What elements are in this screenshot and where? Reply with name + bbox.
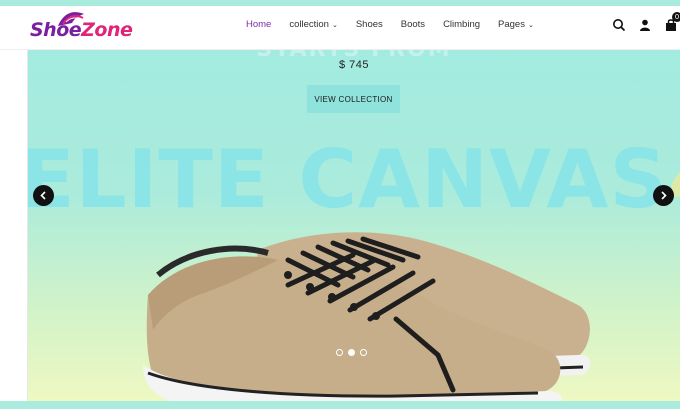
nav-pages[interactable]: Pages ⌄ <box>498 19 534 30</box>
chevron-down-icon: ⌄ <box>527 21 534 29</box>
search-icon[interactable] <box>612 18 626 32</box>
nav-home-label: Home <box>246 19 272 30</box>
nav-climbing[interactable]: Climbing <box>443 19 480 30</box>
slider-dots <box>336 349 367 356</box>
nav-shoes-label: Shoes <box>355 19 383 30</box>
nav-boots[interactable]: Boots <box>401 19 425 30</box>
nav-climbing-label: Climbing <box>443 19 481 30</box>
nav-boots-label: Boots <box>400 19 426 30</box>
slider-dot-3[interactable] <box>360 349 367 356</box>
user-icon[interactable] <box>638 18 652 32</box>
hero-title-main: ELITE CANVAS <box>28 133 669 226</box>
slider-next-button[interactable] <box>653 185 674 206</box>
canvas-sneaker-image <box>143 232 591 401</box>
cart-icon[interactable]: 0 <box>664 12 680 32</box>
chevron-right-icon <box>661 191 667 200</box>
brand-part2: Zone <box>81 19 133 41</box>
hero-price: $ 745 <box>338 59 370 71</box>
chevron-left-icon <box>40 191 46 200</box>
hero-title-accent: 450 <box>668 133 680 226</box>
cart-count-badge: 0 <box>672 12 680 22</box>
hero-slider: STARTS FROM $ 745 VIEW COLLECTION ELITE … <box>28 50 680 401</box>
main-nav: Home collection ⌄ Shoes Boots Climbing Pa… <box>246 19 552 30</box>
chevron-down-icon: ⌄ <box>331 21 338 29</box>
site-header: ShoeZone Home collection ⌄ Shoes Boots Cl… <box>0 6 680 50</box>
nav-pages-label: Pages <box>498 19 525 30</box>
nav-shoes[interactable]: Shoes <box>356 19 383 30</box>
left-side-panel <box>0 50 28 401</box>
view-collection-button[interactable]: VIEW COLLECTION <box>307 85 400 113</box>
brand-part1: Shoe <box>30 19 82 41</box>
header-icons: 0 <box>612 12 680 32</box>
nav-collection[interactable]: collection ⌄ <box>289 19 337 30</box>
brand-logo[interactable]: ShoeZone <box>30 10 138 46</box>
brand-wordmark: ShoeZone <box>30 19 133 41</box>
hero-title: ELITE CANVAS450 <box>28 140 680 220</box>
slider-dot-2[interactable] <box>348 349 355 356</box>
bottom-strip <box>0 401 680 409</box>
nav-home[interactable]: Home <box>246 19 271 30</box>
slider-dot-1[interactable] <box>336 349 343 356</box>
slider-prev-button[interactable] <box>33 185 54 206</box>
nav-collection-label: collection <box>289 19 329 30</box>
